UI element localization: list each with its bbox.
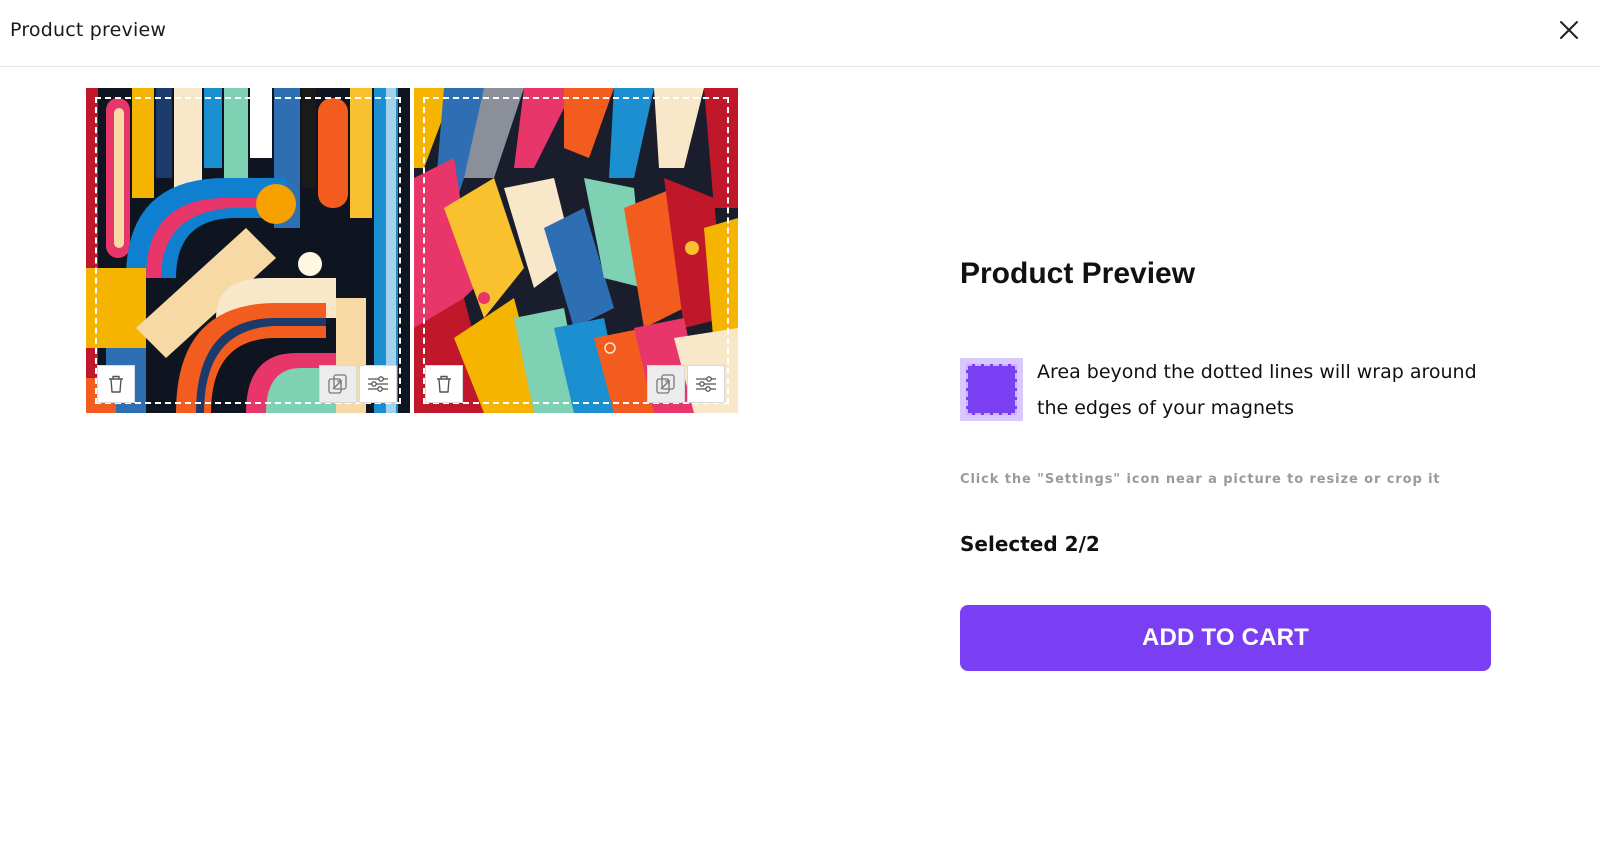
wrap-area-swatch-icon: [960, 358, 1023, 421]
settings-hint: Click the "Settings" icon near a picture…: [960, 472, 1441, 487]
magnet-preview: [86, 88, 738, 413]
magnet-1: [86, 88, 410, 413]
settings-sliders-icon[interactable]: [687, 365, 725, 403]
wrap-area-note: Area beyond the dotted lines will wrap a…: [1037, 361, 1477, 419]
product-preview-panel: Product Preview Area beyond the dotted l…: [960, 0, 1500, 845]
magnet-2: [414, 88, 738, 413]
replace-image-icon[interactable]: [647, 365, 685, 403]
close-icon[interactable]: [1556, 17, 1582, 43]
selected-count: Selected 2/2: [960, 532, 1100, 556]
add-to-cart-button[interactable]: ADD TO CART: [960, 605, 1491, 671]
trash-icon[interactable]: [425, 365, 463, 403]
panel-heading: Product Preview: [960, 257, 1196, 290]
replace-image-icon[interactable]: [319, 365, 357, 403]
trash-icon[interactable]: [97, 365, 135, 403]
modal-title: Product preview: [10, 19, 167, 41]
settings-sliders-icon[interactable]: [359, 365, 397, 403]
